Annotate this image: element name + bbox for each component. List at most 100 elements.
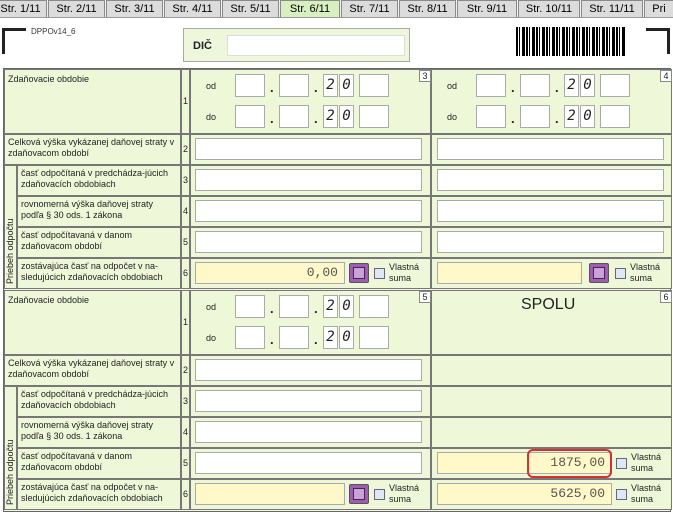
month-input[interactable] (520, 105, 550, 128)
year-digit: 2 (323, 74, 338, 97)
day-input[interactable] (235, 326, 265, 349)
barcode (516, 27, 626, 56)
deducted-current-label: časť odpočítavaná v danom zdaňovacom obd… (21, 451, 132, 472)
value-cell (431, 386, 672, 417)
remaining-left-input[interactable]: 0,00 (195, 262, 345, 284)
date-dot: . (314, 301, 318, 316)
date-from-label: od (206, 81, 217, 91)
tab-page-4[interactable]: Str. 4/11 (164, 0, 221, 17)
tab-page-9[interactable]: Str. 9/11 (457, 0, 517, 17)
year-digit: 2 (564, 105, 579, 128)
spolu-title: SPOLU (521, 296, 576, 313)
year-input[interactable] (359, 295, 389, 318)
uniform-amount-right-input[interactable] (437, 200, 664, 222)
tab-page-8[interactable]: Str. 8/11 (399, 0, 456, 17)
day-input[interactable] (235, 74, 265, 97)
tab-page-11[interactable]: Str. 11/11 (581, 0, 643, 17)
row-number: 3 (183, 396, 189, 406)
date-cell (431, 69, 672, 134)
section-number: 5 (419, 291, 431, 303)
corner-mark-left (2, 28, 26, 54)
custom-sum-checkbox[interactable] (616, 489, 627, 500)
day-input[interactable] (476, 74, 506, 97)
tab-page-12[interactable]: Pri (644, 0, 673, 17)
tab-page-10[interactable]: Str. 10/11 (518, 0, 580, 17)
year-digit: 0 (339, 74, 354, 97)
year-digit: 2 (323, 326, 338, 349)
uniform-amount-left-input[interactable] (195, 200, 422, 222)
remaining-right-input[interactable] (437, 262, 582, 284)
month-input[interactable] (520, 74, 550, 97)
value-cell (431, 417, 672, 448)
tab-page-3[interactable]: Str. 3/11 (106, 0, 163, 17)
deducted-previous-left-input[interactable] (195, 169, 422, 191)
custom-sum-checkbox[interactable] (374, 268, 385, 279)
remaining-label: zostávajúca časť na odpočet v na-sledujú… (21, 261, 163, 282)
dic-label: DIČ (193, 40, 212, 52)
row-number: 6 (183, 268, 189, 278)
month-input[interactable] (279, 295, 309, 318)
date-dot: . (314, 332, 318, 347)
date-dot: . (270, 332, 274, 347)
tab-page-1[interactable]: Str. 1/11 (0, 0, 47, 17)
year-input[interactable] (359, 105, 389, 128)
year-digit: 0 (339, 105, 354, 128)
deducted-previous-right-input[interactable] (437, 169, 664, 191)
loss-deduction-form: Zdaňovacie obdobie 1 3 od.. 2 0 do.. 2 0 4 od.. 2 0 d… (3, 68, 672, 512)
remaining-left-input[interactable] (195, 483, 345, 505)
year-input[interactable] (359, 74, 389, 97)
deducted-current-label: časť odpočítavaná v danom zdaňovacom obd… (21, 230, 132, 251)
custom-sum-label: Vlastná suma (630, 262, 661, 283)
dic-input[interactable] (227, 35, 405, 56)
priebeh-label: Priebeh odpočtu (5, 218, 15, 284)
month-input[interactable] (279, 326, 309, 349)
deducted-current-left-input[interactable] (195, 231, 422, 253)
deducted-current-left-input[interactable] (195, 452, 422, 474)
deducted-current-right-input[interactable] (437, 231, 664, 253)
uniform-amount-left-input[interactable] (195, 421, 422, 443)
date-to-label: do (206, 112, 217, 122)
calculator-icon[interactable] (349, 263, 369, 283)
priebeh-label: Priebeh odpočtu (5, 439, 15, 505)
year-digit: 2 (323, 105, 338, 128)
section-number: 4 (660, 70, 672, 82)
date-dot: . (511, 111, 515, 126)
year-digit: 2 (323, 295, 338, 318)
date-to-label: do (447, 112, 458, 122)
total-loss-label: Celková výška vykázanej daňovej straty v… (8, 358, 175, 379)
total-loss-right-input[interactable] (437, 138, 664, 160)
custom-sum-checkbox[interactable] (616, 458, 627, 469)
tab-page-7[interactable]: Str. 7/11 (341, 0, 398, 17)
tab-page-6[interactable]: Str. 6/11 (280, 0, 340, 17)
custom-sum-checkbox[interactable] (374, 489, 385, 500)
date-dot: . (314, 111, 318, 126)
remaining-label: zostávajúca časť na odpočet v na-sledujú… (21, 482, 163, 503)
calculator-icon[interactable] (349, 484, 369, 504)
custom-sum-label: Vlastná suma (631, 483, 662, 504)
total-loss-label: Celková výška vykázanej daňovej straty v… (8, 137, 175, 158)
calculator-icon[interactable] (589, 263, 609, 283)
month-input[interactable] (279, 105, 309, 128)
year-digit: 0 (580, 105, 595, 128)
day-input[interactable] (235, 295, 265, 318)
year-input[interactable] (600, 74, 630, 97)
total-loss-left-input[interactable] (195, 359, 422, 381)
uniform-amount-label: rovnomerná výška daňovej straty podľa § … (21, 420, 154, 441)
date-from-label: od (447, 81, 458, 91)
custom-sum-label: Vlastná suma (389, 262, 420, 283)
day-input[interactable] (235, 105, 265, 128)
date-from-label: od (206, 302, 217, 312)
custom-sum-checkbox[interactable] (615, 268, 626, 279)
year-input[interactable] (359, 326, 389, 349)
deducted-previous-left-input[interactable] (195, 390, 422, 412)
year-input[interactable] (600, 105, 630, 128)
tab-page-5[interactable]: Str. 5/11 (222, 0, 279, 17)
day-input[interactable] (476, 105, 506, 128)
row-number: 4 (183, 206, 189, 216)
value-cell (431, 355, 672, 386)
date-cell (190, 290, 431, 355)
total-loss-left-input[interactable] (195, 138, 422, 160)
month-input[interactable] (279, 74, 309, 97)
custom-sum-label: Vlastná suma (631, 452, 662, 473)
tab-page-2[interactable]: Str. 2/11 (48, 0, 105, 17)
